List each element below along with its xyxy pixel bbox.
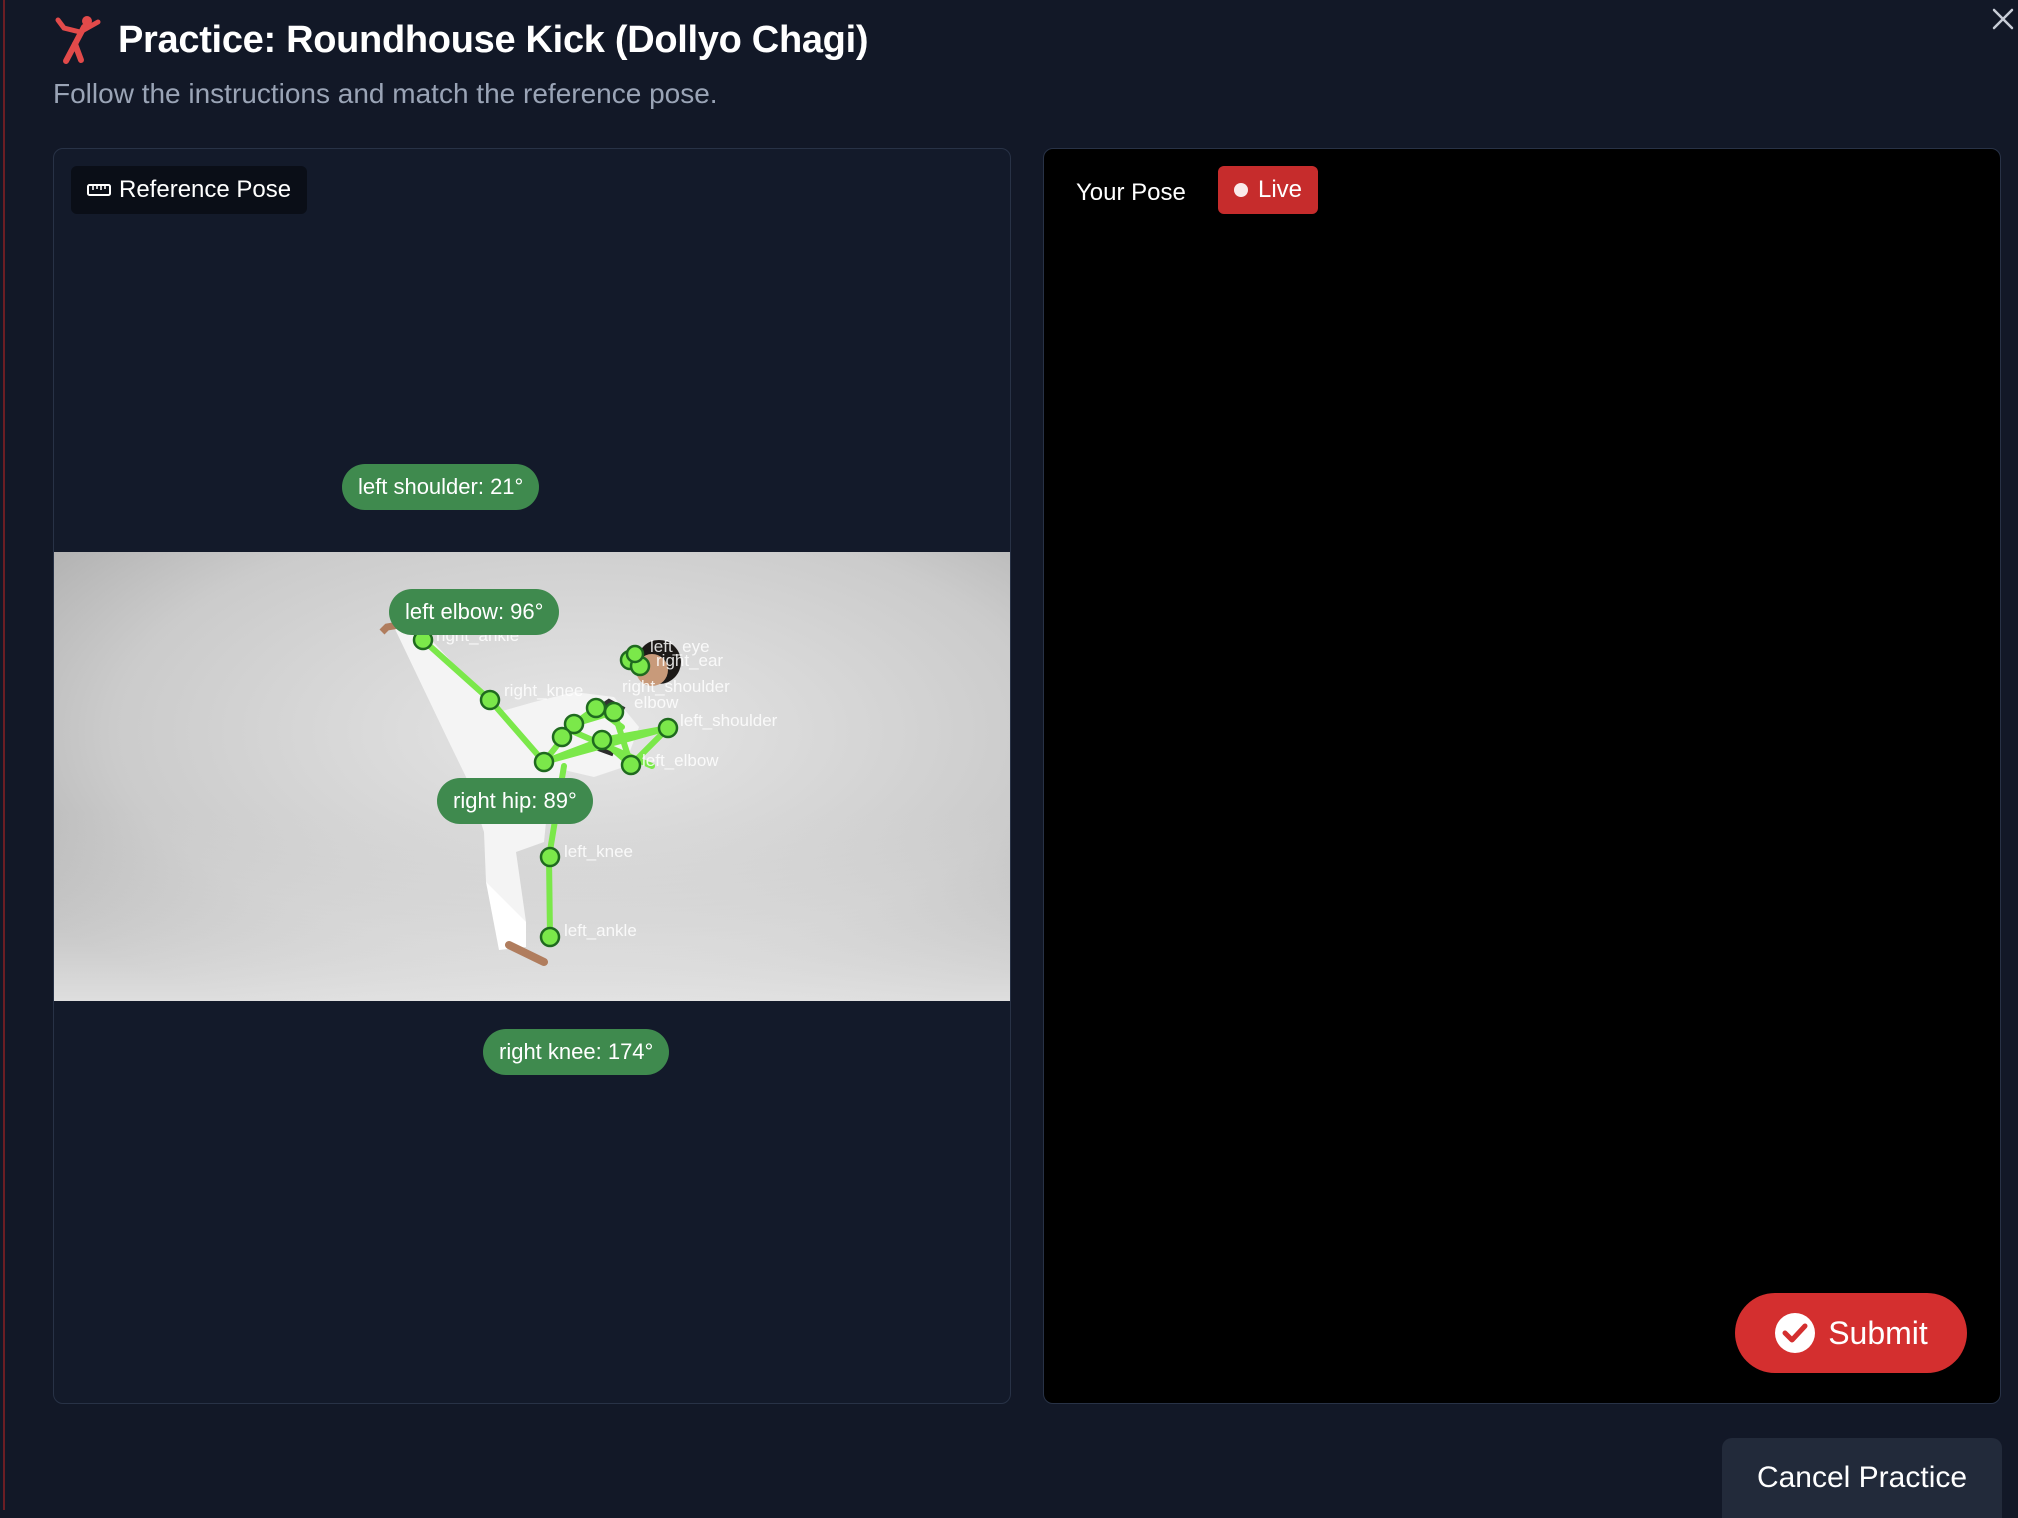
svg-text:left_elbow: left_elbow (642, 751, 719, 770)
angle-badge-right-knee: right knee: 174° (483, 1029, 670, 1075)
svg-text:right_knee: right_knee (504, 681, 583, 700)
angle-badge-left-elbow: left elbow: 96° (389, 589, 560, 635)
svg-text:left_ankle: left_ankle (564, 921, 637, 940)
svg-text:left_shoulder: left_shoulder (680, 711, 778, 730)
page-subtitle: Follow the instructions and match the re… (53, 78, 718, 109)
svg-text:left_knee: left_knee (564, 842, 633, 861)
kick-icon (55, 16, 101, 64)
live-dot-icon (1234, 183, 1248, 197)
header: Practice: Roundhouse Kick (Dollyo Chagi) (54, 14, 869, 66)
submit-label: Submit (1828, 1314, 1928, 1351)
your-pose-panel: Your Pose Live Submit (1043, 148, 2001, 1404)
ruler-icon (87, 184, 111, 196)
svg-text:elbow: elbow (634, 693, 679, 712)
check-circle-icon (1775, 1313, 1816, 1353)
svg-text:right_ear: right_ear (656, 651, 723, 670)
close-icon[interactable] (1990, 6, 2016, 32)
angle-badge-right-hip: right hip: 89° (437, 778, 593, 824)
reference-pose-label: Reference Pose (119, 176, 292, 203)
live-badge: Live (1218, 166, 1319, 214)
live-label: Live (1258, 176, 1303, 203)
window-edge (3, 0, 5, 1510)
your-pose-label: Your Pose (1076, 179, 1186, 206)
angle-badge-left-shoulder: left shoulder: 21° (342, 464, 540, 510)
reference-pose-panel: Reference Pose right_ankle right_knee le… (53, 148, 1011, 1404)
cancel-practice-button[interactable]: Cancel Practice (1722, 1438, 2002, 1518)
submit-button[interactable]: Submit (1735, 1293, 1967, 1373)
reference-pose-tag: Reference Pose (71, 166, 308, 214)
page-title: Practice: Roundhouse Kick (Dollyo Chagi) (118, 18, 869, 61)
